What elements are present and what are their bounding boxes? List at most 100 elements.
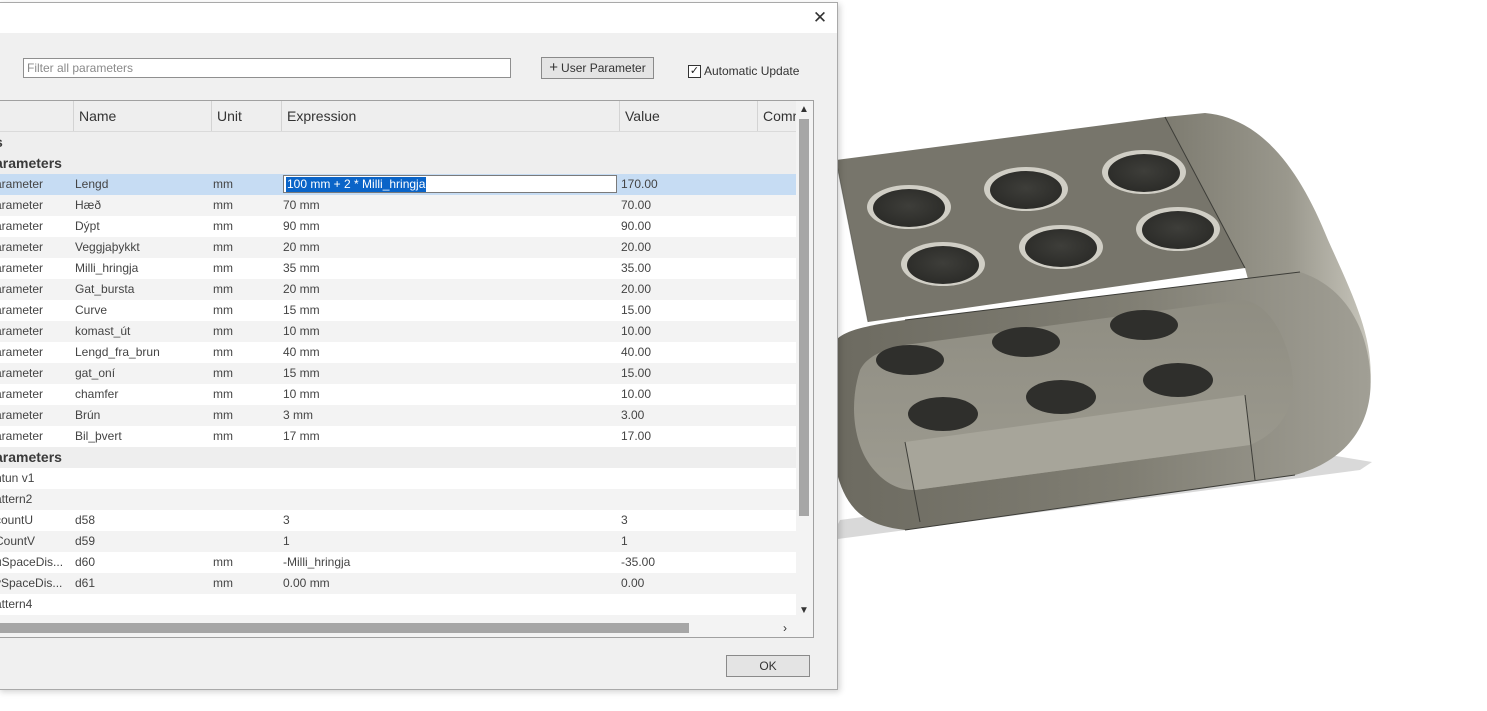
column-header-comment[interactable]: Comm	[757, 101, 796, 131]
cell-expression: 0.00 mm	[283, 576, 330, 590]
expression-edit-field[interactable]: 100 mm + 2 * Milli_hringja	[283, 175, 617, 193]
horizontal-scrollbar[interactable]: ›	[0, 620, 796, 636]
column-header-unit[interactable]: Unit	[211, 101, 281, 131]
cell-type: attern2	[0, 492, 33, 506]
scroll-up-icon[interactable]: ▲	[796, 103, 812, 117]
table-row[interactable]: CountV d59 1 1	[0, 531, 796, 552]
user-parameter-button[interactable]: + User Parameter	[541, 57, 654, 79]
cell-value: 20.00	[621, 240, 652, 254]
table-row[interactable]: arameter gat_oní mm 15 mm 15.00	[0, 363, 796, 384]
close-icon[interactable]: ✕	[811, 9, 829, 27]
automatic-update-label: Automatic Update	[704, 64, 800, 78]
cell-unit: mm	[213, 387, 233, 401]
cell-expression: 10 mm	[283, 324, 320, 338]
cell-name: Curve	[75, 303, 108, 317]
cell-name: Lengd	[75, 177, 109, 191]
cell-value: -35.00	[621, 555, 656, 569]
cell-name: Milli_hringja	[75, 261, 139, 275]
column-header-name[interactable]: Name	[73, 101, 211, 131]
cell-type: vSpaceDis...	[0, 576, 63, 590]
table-row[interactable]: arameter Lengd_fra_brun mm 40 mm 40.00	[0, 342, 796, 363]
dialog-titlebar[interactable]: ✕	[0, 3, 837, 33]
horizontal-scroll-thumb[interactable]	[0, 623, 689, 633]
cell-unit: mm	[213, 555, 233, 569]
cell-unit: mm	[213, 198, 233, 212]
table-row[interactable]: arameter komast_út mm 10 mm 10.00	[0, 321, 796, 342]
table-group-row[interactable]: s	[0, 132, 796, 153]
column-header-type[interactable]	[0, 101, 73, 131]
cell-unit: mm	[213, 177, 233, 191]
cell-name: Veggjaþykkt	[75, 240, 140, 254]
cell-unit: mm	[213, 408, 233, 422]
automatic-update-checkbox[interactable]: ✓	[688, 64, 701, 78]
cell-value: 20.00	[621, 282, 652, 296]
cell-unit: mm	[213, 219, 233, 233]
table-row[interactable]: arameter Brún mm 3 mm 3.00	[0, 405, 796, 426]
cell-unit	[213, 531, 277, 552]
cell-unit	[213, 594, 277, 615]
cell-expression: 17 mm	[283, 429, 320, 443]
cell-expression: 20 mm	[283, 282, 320, 296]
cell-value: 40.00	[621, 345, 652, 359]
cell-unit: mm	[213, 240, 233, 254]
table-row[interactable]: arameter Bil_þvert mm 17 mm 17.00	[0, 426, 796, 447]
cell-type: uSpaceDis...	[0, 555, 64, 569]
cell-unit: mm	[213, 366, 233, 380]
filter-parameters-input[interactable]	[23, 58, 511, 78]
cell-value: 15.00	[621, 366, 652, 380]
cell-name	[75, 468, 209, 489]
table-row[interactable]: vSpaceDis... d61 mm 0.00 mm 0.00	[0, 573, 796, 594]
table-row[interactable]: uSpaceDis... d60 mm -Milli_hringja -35.00	[0, 552, 796, 573]
scroll-down-icon[interactable]: ▼	[796, 604, 812, 618]
cell-type: arameter	[0, 324, 44, 338]
cell-unit: mm	[213, 261, 233, 275]
table-row[interactable]: arameter Gat_bursta mm 20 mm 20.00	[0, 279, 796, 300]
cell-type: arameter	[0, 177, 44, 191]
cell-unit: mm	[213, 429, 233, 443]
cell-expression: 10 mm	[283, 387, 320, 401]
cell-type: arameter	[0, 282, 44, 296]
table-row[interactable]: arameter Hæð mm 70 mm 70.00	[0, 195, 796, 216]
table-row[interactable]: arameter Curve mm 15 mm 15.00	[0, 300, 796, 321]
cell-type: arameter	[0, 219, 44, 233]
table-row[interactable]: attern2	[0, 489, 796, 510]
table-row[interactable]: ntun v1	[0, 468, 796, 489]
cell-expression: -Milli_hringja	[283, 555, 351, 569]
table-group-row[interactable]: arameters	[0, 153, 796, 174]
cell-unit	[213, 489, 277, 510]
cell-value: 170.00	[621, 177, 658, 191]
vertical-scroll-thumb[interactable]	[799, 119, 809, 516]
column-header-expression[interactable]: Expression	[281, 101, 619, 131]
cell-expression: 70 mm	[283, 198, 320, 212]
cell-name: Bil_þvert	[75, 429, 122, 443]
table-row[interactable]: arameter Lengd mm 100 mm + 2 * Milli_hringj…	[0, 174, 796, 195]
scroll-right-icon[interactable]: ›	[777, 621, 793, 635]
column-header-value[interactable]: Value	[619, 101, 757, 131]
table-row[interactable]: attern4	[0, 594, 796, 615]
table-row[interactable]: arameter Dýpt mm 90 mm 90.00	[0, 216, 796, 237]
cell-type: arameter	[0, 261, 44, 275]
ok-button[interactable]: OK	[726, 655, 810, 677]
cell-expression: 40 mm	[283, 345, 320, 359]
cell-name	[75, 489, 209, 510]
cell-unit: mm	[213, 576, 233, 590]
cell-unit	[213, 468, 277, 489]
cell-expression: 15 mm	[283, 366, 320, 380]
vertical-scrollbar[interactable]: ▲ ▼	[796, 101, 812, 620]
table-group-row[interactable]: arameters	[0, 447, 796, 468]
table-row[interactable]: arameter Milli_hringja mm 35 mm 35.00	[0, 258, 796, 279]
expression-selected-text: 100 mm + 2 * Milli_hringja	[286, 177, 427, 192]
cell-name: d61	[75, 576, 96, 590]
table-row[interactable]: arameter chamfer mm 10 mm 10.00	[0, 384, 796, 405]
cell-type: arameter	[0, 408, 44, 422]
cell-expression: 20 mm	[283, 240, 320, 254]
cell-name: d59	[75, 534, 96, 548]
cell-expression	[283, 468, 613, 489]
cell-value	[621, 594, 751, 615]
automatic-update-toggle[interactable]: ✓ Automatic Update	[688, 63, 799, 79]
table-row[interactable]: arameter Veggjaþykkt mm 20 mm 20.00	[0, 237, 796, 258]
cell-type: arameter	[0, 240, 44, 254]
table-row[interactable]: countU d58 3 3	[0, 510, 796, 531]
table-header: Name Unit Expression Value Comm	[0, 101, 796, 132]
cell-unit	[213, 510, 277, 531]
